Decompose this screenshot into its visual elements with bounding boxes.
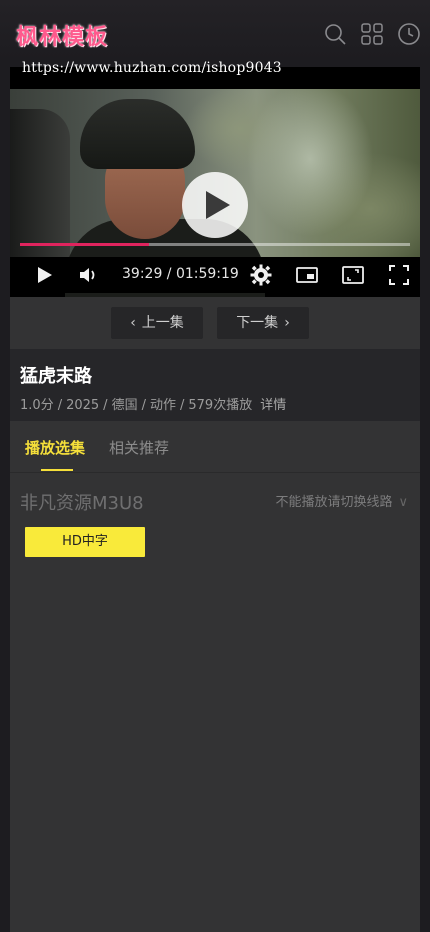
picture-in-picture-button[interactable] [295, 263, 319, 287]
prev-episode-label: 上一集 [141, 315, 184, 331]
chevron-left-icon: ‹ [130, 315, 136, 331]
app-header: 枫林模板 [0, 0, 430, 68]
video-meta: 1.0分/2025/德国 / 动作/579次播放 详情 [20, 398, 287, 413]
play-icon [206, 191, 230, 219]
meta-genre: 动作 [149, 398, 176, 413]
prev-episode-button[interactable]: ‹ 上一集 [111, 307, 203, 339]
source-name: 非凡资源M3U8 [20, 493, 144, 514]
volume-icon [80, 268, 95, 282]
play-button[interactable] [32, 263, 56, 287]
window-expand-button[interactable] [341, 263, 365, 287]
play-icon [38, 267, 52, 283]
tab-recommendations[interactable]: 相关推荐 [109, 437, 169, 458]
episode-nav: ‹ 上一集 下一集 › [10, 297, 420, 349]
episode-chip[interactable]: HD中字 [25, 527, 145, 557]
divider [10, 472, 420, 473]
page: 枫林模板 https://www.huzhan.com/ishop9043 39… [0, 0, 430, 932]
progress-fill [20, 243, 149, 246]
settings-button[interactable] [249, 263, 273, 287]
detail-link[interactable]: 详情 [260, 398, 286, 413]
search-icon[interactable] [323, 22, 347, 46]
video-scene-helmet [80, 99, 195, 169]
url-watermark: https://www.huzhan.com/ishop9043 [22, 60, 282, 76]
active-tab-indicator [41, 469, 73, 471]
history-icon[interactable] [397, 22, 421, 46]
picture-in-picture-icon [296, 267, 318, 283]
video-scene-machinery [10, 109, 70, 279]
meta-score: 1.0分 [20, 398, 54, 413]
fullscreen-button[interactable] [387, 263, 411, 287]
volume-button[interactable] [77, 263, 101, 287]
next-episode-label: 下一集 [236, 315, 279, 331]
video-frame[interactable] [10, 89, 420, 297]
meta-year: 2025 [66, 398, 100, 413]
switch-line-dropdown[interactable]: 不能播放请切换线路 ∨ [275, 491, 408, 510]
window-expand-icon [342, 266, 364, 284]
grid-icon[interactable] [360, 22, 384, 46]
video-title: 猛虎末路 [20, 366, 92, 387]
chevron-down-icon: ∨ [398, 495, 408, 510]
fullscreen-icon [389, 265, 409, 285]
episode-panel: 播放选集 相关推荐 非凡资源M3U8 不能播放请切换线路 ∨ HD中字 [10, 421, 420, 932]
big-play-button[interactable] [182, 172, 248, 238]
settings-icon [250, 264, 272, 286]
player-controls: 39:29 / 01:59:19 [10, 257, 420, 293]
video-player[interactable]: 39:29 / 01:59:19 [10, 67, 420, 297]
tab-episodes[interactable]: 播放选集 [25, 437, 85, 458]
meta-plays: 579次播放 [188, 398, 253, 413]
chevron-right-icon: › [284, 315, 290, 331]
switch-line-label: 不能播放请切换线路 [275, 495, 393, 510]
time-display: 39:29 / 01:59:19 [122, 266, 239, 282]
meta-region: 德国 [111, 398, 138, 413]
next-episode-button[interactable]: 下一集 › [217, 307, 309, 339]
site-logo[interactable]: 枫林模板 [16, 19, 108, 51]
video-info: 猛虎末路 1.0分/2025/德国 / 动作/579次播放 详情 [10, 349, 420, 421]
progress-bar[interactable] [20, 243, 410, 246]
